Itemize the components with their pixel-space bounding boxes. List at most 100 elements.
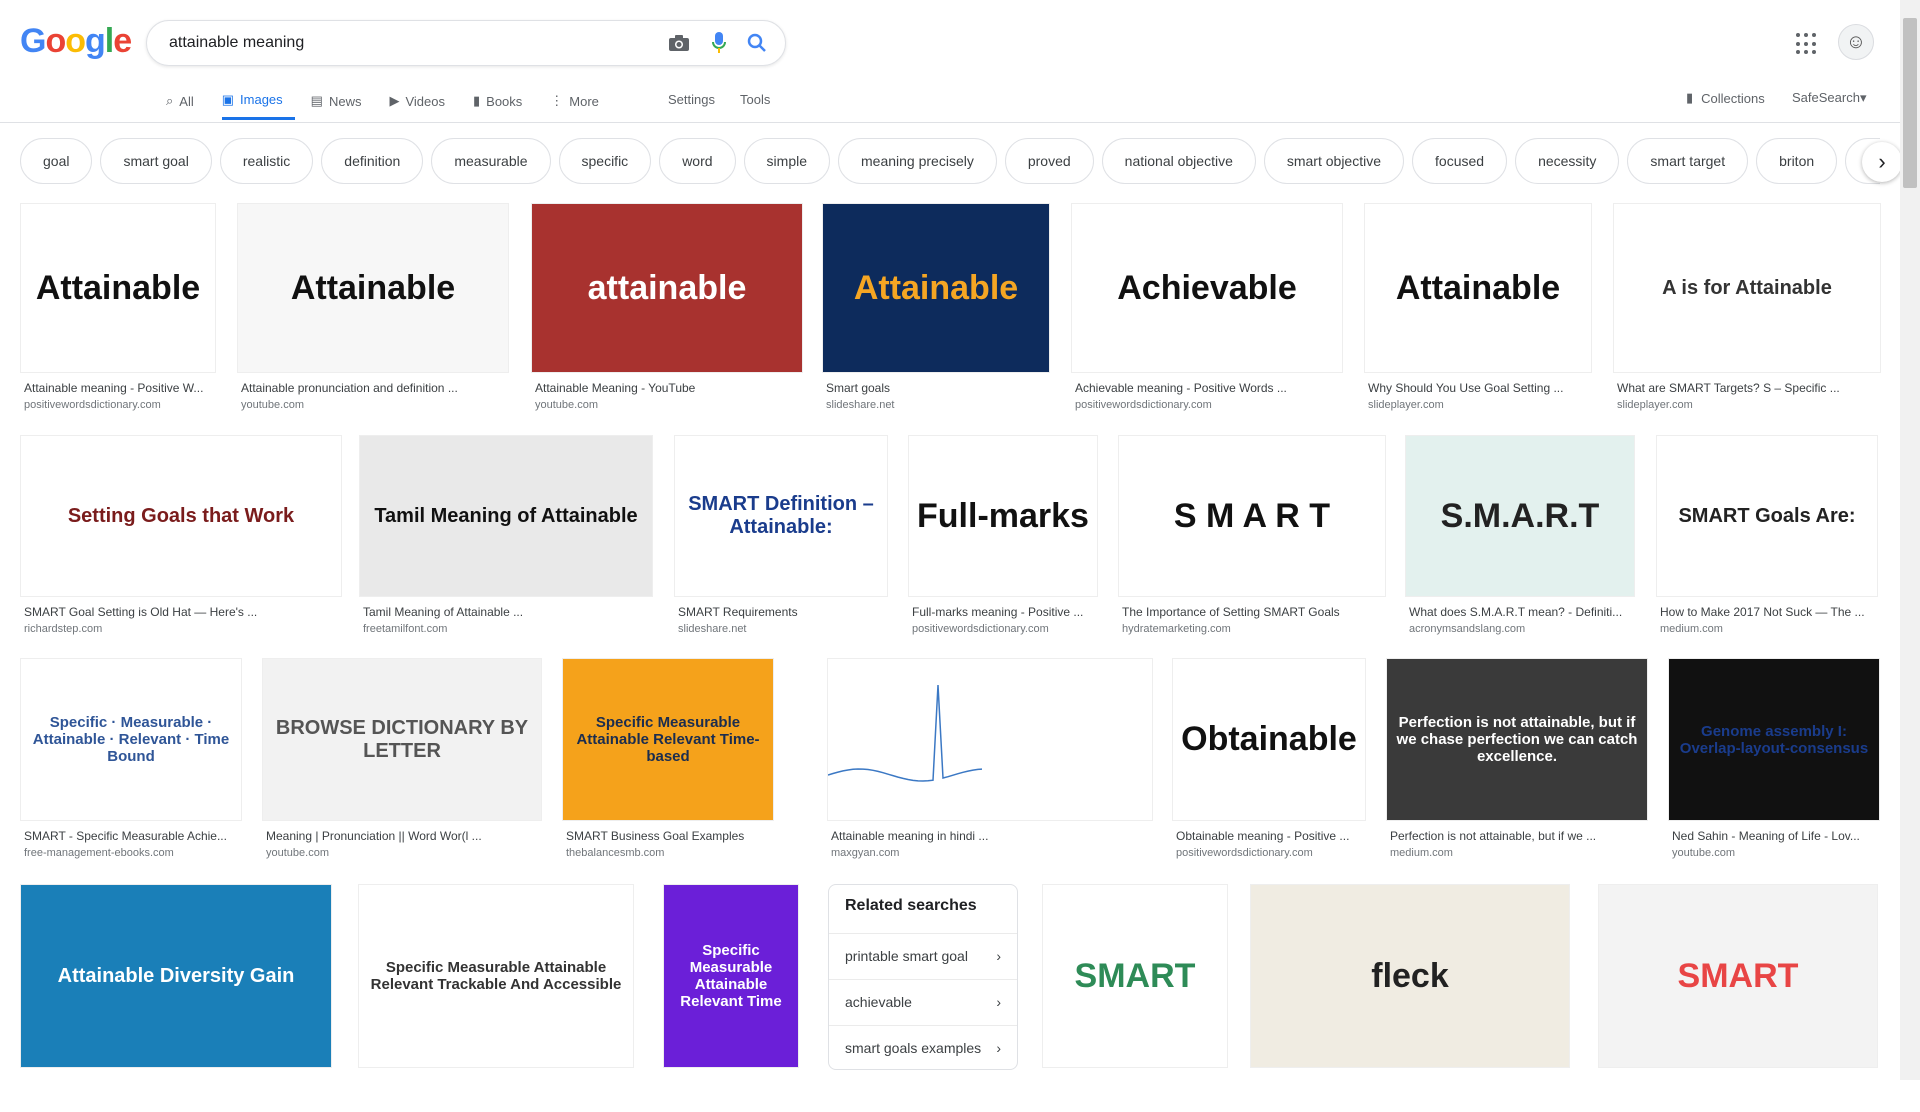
result-title[interactable]: SMART - Specific Measurable Achie... xyxy=(24,829,238,843)
result-title[interactable]: How to Make 2017 Not Suck — The ... xyxy=(1660,605,1874,619)
result-title[interactable]: Ned Sahin - Meaning of Life - Lov... xyxy=(1672,829,1876,843)
tab-more[interactable]: ⋮ More xyxy=(550,82,611,120)
result-title[interactable]: Full-marks meaning - Positive ... xyxy=(912,605,1094,619)
result-title[interactable]: Obtainable meaning - Positive ... xyxy=(1176,829,1362,843)
image-thumbnail[interactable]: Obtainable xyxy=(1172,658,1366,821)
image-result[interactable]: S.M.A.R.T What does S.M.A.R.T mean? - Def… xyxy=(1405,435,1635,641)
chip[interactable]: realistic xyxy=(219,138,314,184)
chip[interactable]: briton xyxy=(1756,138,1838,184)
image-thumbnail[interactable]: Attainable xyxy=(822,203,1050,373)
image-thumbnail[interactable]: Tamil Meaning of Attainable xyxy=(359,435,653,597)
chip[interactable]: simple xyxy=(743,138,831,184)
image-thumbnail[interactable]: A is for Attainable xyxy=(1613,203,1881,373)
microphone-icon[interactable] xyxy=(707,31,731,55)
image-result[interactable]: Full-marks Full-marks meaning - Positive … xyxy=(908,435,1098,641)
image-thumbnail[interactable]: Specific · Measurable · Attainable · Rel… xyxy=(20,658,242,821)
tab-videos[interactable]: ▶ Videos xyxy=(389,82,457,120)
chip[interactable]: smart target xyxy=(1627,138,1749,184)
image-thumbnail[interactable]: Specific Measurable Attainable Relevant … xyxy=(562,658,774,821)
image-result[interactable]: Achievable Achievable meaning - Positive … xyxy=(1071,203,1343,417)
image-result[interactable]: Attainable meaning in hindi ... maxgyan.c… xyxy=(827,658,1153,865)
scrollbar[interactable] xyxy=(1900,0,1920,1080)
image-result[interactable]: SMART xyxy=(1042,884,1228,1112)
related-search-item[interactable]: printable smart goal › xyxy=(829,933,1017,977)
avatar[interactable]: ☺ xyxy=(1838,24,1874,60)
image-result[interactable]: Specific Measurable Attainable Relevant … xyxy=(358,884,634,1112)
image-result[interactable]: Specific Measurable Attainable Relevant … xyxy=(663,884,799,1112)
image-result[interactable]: SMART xyxy=(1598,884,1878,1112)
image-thumbnail[interactable]: fleck xyxy=(1250,884,1570,1068)
image-result[interactable]: Setting Goals that Work SMART Goal Settin… xyxy=(20,435,342,641)
result-title[interactable]: What does S.M.A.R.T mean? - Definiti... xyxy=(1409,605,1631,619)
chip[interactable]: national objective xyxy=(1101,138,1256,184)
result-title[interactable]: Attainable meaning in hindi ... xyxy=(831,829,1149,843)
result-title[interactable]: Smart goals xyxy=(826,381,1046,395)
image-result[interactable]: Attainable Attainable meaning - Positive … xyxy=(20,203,216,417)
search-icon[interactable] xyxy=(745,31,769,55)
image-result[interactable]: Specific · Measurable · Attainable · Rel… xyxy=(20,658,242,865)
related-search-item[interactable]: smart goals examples › xyxy=(829,1025,1017,1069)
image-thumbnail[interactable]: SMART xyxy=(1598,884,1878,1068)
camera-icon[interactable] xyxy=(667,31,691,55)
apps-grid-icon[interactable] xyxy=(1796,33,1818,55)
google-logo[interactable]: Google xyxy=(20,22,132,61)
image-result[interactable]: Attainable Smart goals slideshare.net xyxy=(822,203,1050,417)
tools-link[interactable]: Tools xyxy=(740,92,770,107)
result-title[interactable]: Why Should You Use Goal Setting ... xyxy=(1368,381,1588,395)
image-result[interactable]: Genome assembly I: Overlap-layout-consen… xyxy=(1668,658,1880,865)
settings-link[interactable]: Settings xyxy=(668,92,715,107)
result-title[interactable]: Perfection is not attainable, but if we … xyxy=(1390,829,1644,843)
chip[interactable]: definition xyxy=(321,138,424,184)
image-result[interactable]: SMART Goals Are: How to Make 2017 Not Suc… xyxy=(1656,435,1878,641)
collections-link[interactable]: ▮ Collections xyxy=(1686,90,1765,106)
image-thumbnail[interactable]: Specific Measurable Attainable Relevant … xyxy=(358,884,634,1068)
image-thumbnail[interactable]: Genome assembly I: Overlap-layout-consen… xyxy=(1668,658,1880,821)
chip[interactable]: smart objective xyxy=(1263,138,1405,184)
search-input[interactable] xyxy=(167,29,651,57)
image-thumbnail[interactable]: SMART Definition – Attainable: xyxy=(674,435,888,597)
image-thumbnail[interactable]: Achievable xyxy=(1071,203,1343,373)
image-result[interactable]: Specific Measurable Attainable Relevant … xyxy=(562,658,774,865)
image-thumbnail[interactable]: Full-marks xyxy=(908,435,1098,597)
image-thumbnail[interactable]: SMART xyxy=(1042,884,1228,1068)
chip[interactable]: specific xyxy=(558,138,652,184)
image-thumbnail[interactable] xyxy=(827,658,1153,821)
image-result[interactable]: Obtainable Obtainable meaning - Positive … xyxy=(1172,658,1366,865)
image-thumbnail[interactable]: Setting Goals that Work xyxy=(20,435,342,597)
result-title[interactable]: SMART Requirements xyxy=(678,605,884,619)
result-title[interactable]: What are SMART Targets? S – Specific ... xyxy=(1617,381,1877,395)
image-thumbnail[interactable]: BROWSE DICTIONARY BY LETTER xyxy=(262,658,542,821)
chip[interactable]: measurable xyxy=(431,138,551,184)
chip[interactable]: proved xyxy=(1004,138,1094,184)
chevron-right-icon[interactable]: › xyxy=(1862,142,1902,182)
safesearch-menu[interactable]: SafeSearch▾ xyxy=(1792,90,1866,106)
tab-images[interactable]: ▣ Images xyxy=(221,82,295,120)
result-title[interactable]: The Importance of Setting SMART Goals xyxy=(1122,605,1382,619)
result-title[interactable]: Tamil Meaning of Attainable ... xyxy=(363,605,649,619)
chip[interactable]: meaning precisely xyxy=(838,138,997,184)
image-thumbnail[interactable]: Perfection is not attainable, but if we … xyxy=(1386,658,1648,821)
chip[interactable]: word xyxy=(659,138,736,184)
result-title[interactable]: Attainable meaning - Positive W... xyxy=(24,381,212,395)
result-title[interactable]: SMART Business Goal Examples xyxy=(566,829,770,843)
related-search-item[interactable]: achievable › xyxy=(829,979,1017,1023)
image-result[interactable]: SMART Definition – Attainable: SMART Requ… xyxy=(674,435,888,641)
image-result[interactable]: Perfection is not attainable, but if we … xyxy=(1386,658,1648,865)
image-thumbnail[interactable]: attainable xyxy=(531,203,803,373)
chip[interactable]: necessity xyxy=(1515,138,1620,184)
image-thumbnail[interactable]: Attainable Diversity Gain xyxy=(20,884,332,1068)
result-title[interactable]: Attainable pronunciation and definition … xyxy=(241,381,505,395)
chip[interactable]: smart goal xyxy=(100,138,212,184)
image-thumbnail[interactable]: S M A R T xyxy=(1118,435,1386,597)
image-result[interactable]: Tamil Meaning of Attainable Tamil Meaning… xyxy=(359,435,653,641)
result-title[interactable]: Attainable Meaning - YouTube xyxy=(535,381,799,395)
image-result[interactable]: Attainable Why Should You Use Goal Settin… xyxy=(1364,203,1592,417)
image-result[interactable]: S M A R T The Importance of Setting SMART… xyxy=(1118,435,1386,641)
result-title[interactable]: SMART Goal Setting is Old Hat — Here's .… xyxy=(24,605,338,619)
tab-all[interactable]: ⌕ All xyxy=(166,82,206,120)
chip[interactable]: goal xyxy=(20,138,93,184)
image-result[interactable]: A is for Attainable What are SMART Target… xyxy=(1613,203,1881,417)
image-result[interactable]: Attainable Diversity Gain xyxy=(20,884,332,1112)
chip[interactable]: focused xyxy=(1412,138,1508,184)
image-thumbnail[interactable]: S.M.A.R.T xyxy=(1405,435,1635,597)
